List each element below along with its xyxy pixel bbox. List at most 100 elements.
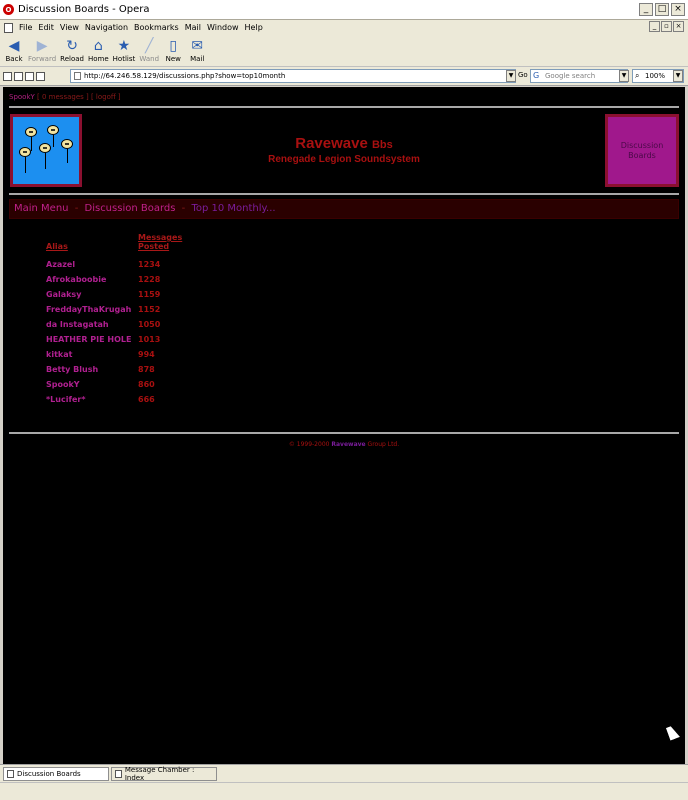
breadcrumb-discussion-boards[interactable]: Discussion Boards xyxy=(85,203,176,214)
face-icon xyxy=(47,125,59,135)
table-row: SpookY 860 xyxy=(44,377,186,392)
print-icon[interactable] xyxy=(25,71,34,81)
ravewave-logo[interactable] xyxy=(10,114,82,187)
breadcrumb-main-menu[interactable]: Main Menu xyxy=(14,203,69,214)
user-alias-link[interactable]: kitkat xyxy=(44,347,136,362)
home-button[interactable]: ⌂ Home xyxy=(88,37,109,63)
reload-icon: ↻ xyxy=(66,38,78,54)
forward-button[interactable]: ▶ Forward xyxy=(28,37,56,63)
new-page-icon: ▯ xyxy=(169,38,178,54)
minimize-button[interactable]: _ xyxy=(639,3,653,16)
menu-help[interactable]: Help xyxy=(245,23,263,32)
alias-column-header[interactable]: Alias xyxy=(44,233,136,257)
url-dropdown[interactable]: ▼ xyxy=(506,70,516,82)
new-page-button[interactable]: ▯ New xyxy=(163,37,183,63)
logoff-link[interactable]: [ logoff ] xyxy=(91,93,121,101)
user-link[interactable]: SpookY xyxy=(9,93,35,101)
tab-bar: Discussion Boards Message Chamber : Inde… xyxy=(0,764,688,782)
back-button[interactable]: ◀ Back xyxy=(4,37,24,63)
window-controls: _ □ × xyxy=(639,3,685,16)
menu-bookmarks[interactable]: Bookmarks xyxy=(134,23,179,32)
security-icon[interactable] xyxy=(3,71,12,81)
page-minimize-button[interactable]: _ xyxy=(649,21,660,32)
document-icon[interactable] xyxy=(4,22,13,33)
menu-window[interactable]: Window xyxy=(207,23,239,32)
breadcrumb-separator: - xyxy=(74,203,79,214)
opera-icon: O xyxy=(3,4,14,15)
table-row: *Lucifer* 666 xyxy=(44,392,186,407)
table-row: Afrokaboobie 1228 xyxy=(44,272,186,287)
home-icon: ⌂ xyxy=(93,38,103,54)
reload-button[interactable]: ↻ Reload xyxy=(60,37,84,63)
tab-label: Discussion Boards xyxy=(17,769,81,778)
go-button[interactable]: Go xyxy=(518,71,528,79)
search-placeholder: Google search xyxy=(545,72,596,80)
page-restore-button[interactable]: ▫ xyxy=(661,21,672,32)
figure-body xyxy=(31,137,32,151)
tab-discussion-boards[interactable]: Discussion Boards xyxy=(3,766,109,781)
message-count: 666 xyxy=(138,395,155,404)
site-title-text: Ravewave xyxy=(295,135,368,152)
zoom-icon: ⌕ xyxy=(635,71,640,80)
hotlist-button[interactable]: ★ Hotlist xyxy=(113,37,136,63)
discussion-boards-button[interactable]: Discussion Boards xyxy=(605,114,679,187)
message-count: 1234 xyxy=(138,260,161,269)
menu-mail[interactable]: Mail xyxy=(185,23,201,32)
face-icon xyxy=(61,139,73,149)
messages-column-header[interactable]: Messages Posted xyxy=(136,233,186,257)
menu-file[interactable]: File xyxy=(19,23,32,32)
url-text: http://64.246.58.129/discussions.php?sho… xyxy=(84,72,286,80)
window-titlebar: O Discussion Boards - Opera _ □ × xyxy=(0,0,688,20)
window-title: Discussion Boards - Opera xyxy=(18,4,150,15)
user-alias-link[interactable]: Afrokaboobie xyxy=(44,272,136,287)
footer-company: Group Ltd. xyxy=(367,441,400,448)
user-alias-link[interactable]: FreddayThaKrugah xyxy=(44,302,136,317)
page-info-icon[interactable] xyxy=(36,71,45,81)
menu-navigation[interactable]: Navigation xyxy=(85,23,128,32)
breadcrumb-current: Top 10 Monthly... xyxy=(191,203,276,214)
message-count: 860 xyxy=(138,380,155,389)
maximize-button[interactable]: □ xyxy=(655,3,669,16)
user-alias-link[interactable]: *Lucifer* xyxy=(44,392,136,407)
zoom-dropdown[interactable]: ▼ xyxy=(673,70,683,82)
wand-button[interactable]: ╱ Wand xyxy=(139,37,159,63)
tab-page-icon xyxy=(7,769,14,778)
tab-page-icon xyxy=(115,769,122,778)
site-header: Ravewave Bbs Renegade Legion Soundsystem xyxy=(83,135,605,165)
table-row: Betty Blush 878 xyxy=(44,362,186,377)
message-count: 878 xyxy=(138,365,155,374)
menu-view[interactable]: View xyxy=(60,23,79,32)
footer-copyright: © 1999-2000 xyxy=(288,441,330,448)
tab-message-chamber[interactable]: Message Chamber : Index xyxy=(111,766,217,782)
address-bar: http://64.246.58.129/discussions.php?sho… xyxy=(0,67,688,86)
site-title-suffix: Bbs xyxy=(371,139,393,151)
site-subtitle: Renegade Legion Soundsystem xyxy=(268,154,420,165)
close-button[interactable]: × xyxy=(671,3,685,16)
table-header-row: Alias Messages Posted xyxy=(44,233,186,257)
image-toggle-icon[interactable] xyxy=(14,71,23,81)
menu-edit[interactable]: Edit xyxy=(38,23,54,32)
user-alias-link[interactable]: Azazel xyxy=(44,257,136,272)
table-row: Galaksy 1159 xyxy=(44,287,186,302)
url-input[interactable]: http://64.246.58.129/discussions.php?sho… xyxy=(70,69,516,83)
figure-body xyxy=(25,157,26,173)
menu-bar: File Edit View Navigation Bookmarks Mail… xyxy=(0,20,688,35)
mail-button[interactable]: ✉ Mail xyxy=(187,37,207,63)
forward-arrow-icon: ▶ xyxy=(36,38,48,54)
table-body: Azazel 1234 Afrokaboobie 1228 Galaksy 1159 Fre… xyxy=(44,257,186,407)
user-bar: SpookY [ 0 messages ] [ logoff ] xyxy=(9,93,121,101)
page-close-button[interactable]: × xyxy=(673,21,684,32)
user-alias-link[interactable]: Galaksy xyxy=(44,287,136,302)
user-alias-link[interactable]: da Instagatah xyxy=(44,317,136,332)
table-row: FreddayThaKrugah 1152 xyxy=(44,302,186,317)
user-alias-link[interactable]: SpookY xyxy=(44,377,136,392)
user-alias-link[interactable]: Betty Blush xyxy=(44,362,136,377)
user-alias-link[interactable]: HEATHER PIE HOLE xyxy=(44,332,136,347)
search-input[interactable]: G Google search xyxy=(530,69,628,83)
divider-footer xyxy=(9,432,679,434)
search-dropdown[interactable]: ▼ xyxy=(619,70,629,82)
logo-image xyxy=(13,117,79,184)
messages-link[interactable]: [ 0 messages ] xyxy=(37,93,89,101)
figure-body xyxy=(53,135,54,147)
wand-icon: ╱ xyxy=(145,38,154,54)
